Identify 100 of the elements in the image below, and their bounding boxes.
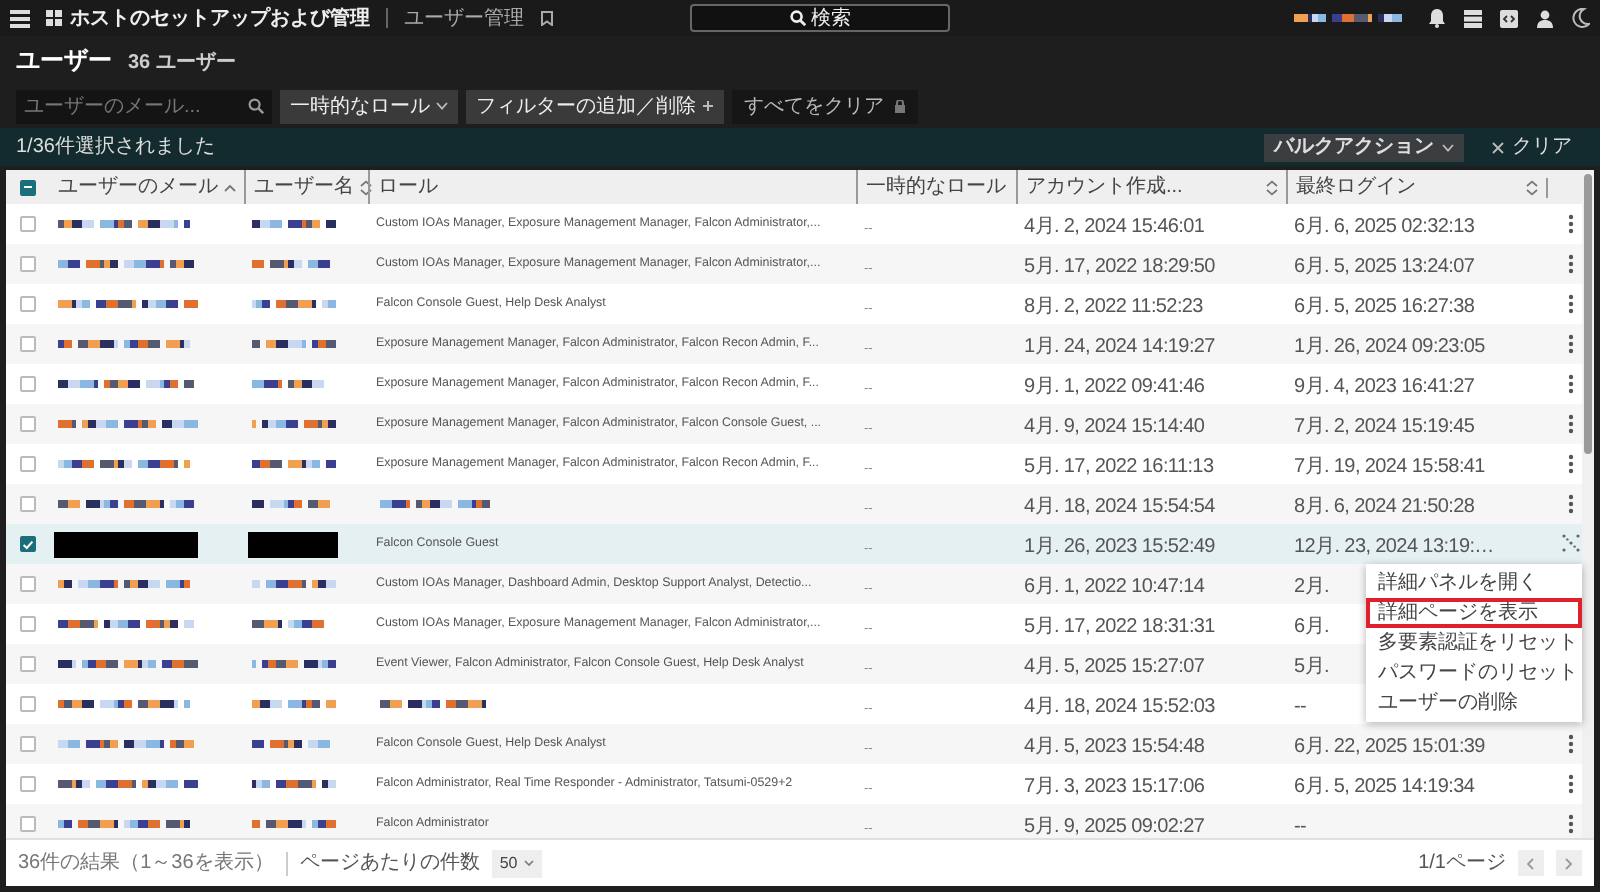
last-login-cell: 8月. 6, 2024 21:50:28 xyxy=(1294,496,1475,518)
last-login-cell: 7月. 19, 2024 15:58:41 xyxy=(1294,456,1485,478)
bell-icon[interactable] xyxy=(1428,8,1446,28)
redacted-text-drawing xyxy=(248,774,338,794)
column-header[interactable]: ロール xyxy=(378,172,438,202)
search-icon xyxy=(789,10,805,26)
more-options-icon[interactable] xyxy=(1567,454,1573,474)
row-checkbox[interactable] xyxy=(20,416,36,432)
created-date-cell: 4月. 18, 2024 15:54:54 xyxy=(1024,496,1215,518)
dotted-cross-icon[interactable] xyxy=(1561,534,1579,554)
menu-icon[interactable] xyxy=(10,9,30,27)
more-options-icon[interactable] xyxy=(1567,494,1573,514)
column-header[interactable]: 最終ログイン xyxy=(1296,172,1416,202)
created-date-cell: 1月. 26, 2023 15:52:49 xyxy=(1024,536,1215,558)
search-field[interactable]: 検索 xyxy=(690,4,950,32)
created-date-cell: 4月. 2, 2024 15:46:01 xyxy=(1024,216,1205,238)
redacted-text-drawing xyxy=(54,494,198,514)
redacted-text-drawing xyxy=(248,814,338,834)
results-count: 36件の結果（1～36を表示） xyxy=(18,849,274,878)
filter-dropdown[interactable]: 一時的なロール xyxy=(280,89,458,123)
close-icon xyxy=(1492,141,1504,153)
row-checkbox[interactable] xyxy=(20,696,36,712)
last-login-cell: -- xyxy=(1294,816,1307,838)
search-field[interactable]: ユーザーのメール... xyxy=(16,89,272,123)
redaction-bar xyxy=(54,531,198,557)
more-options-icon[interactable] xyxy=(1567,734,1573,754)
row-checkbox[interactable] xyxy=(20,656,36,672)
moon-icon[interactable] xyxy=(1572,8,1590,28)
redacted-text-drawing xyxy=(248,214,338,234)
created-date-cell: 5月. 17, 2022 18:31:31 xyxy=(1024,616,1215,638)
row-checkbox[interactable] xyxy=(20,376,36,392)
created-date-cell: 7月. 3, 2023 15:17:06 xyxy=(1024,776,1205,798)
row-checkbox[interactable] xyxy=(20,216,36,232)
sort-ascending-icon[interactable] xyxy=(224,183,236,191)
grid-icon[interactable] xyxy=(46,10,62,26)
row-checkbox[interactable] xyxy=(20,576,36,592)
more-options-icon[interactable] xyxy=(1567,294,1573,314)
menu-item[interactable]: 多要素認証をリセット xyxy=(1366,628,1582,658)
add-filter-button[interactable]: フィルターの追加／削除 xyxy=(466,89,724,123)
more-options-icon[interactable] xyxy=(1567,774,1573,794)
more-options-icon[interactable] xyxy=(1567,814,1573,834)
sort-icon[interactable] xyxy=(1266,179,1278,195)
breadcrumb-link[interactable]: ユーザー管理 xyxy=(404,3,524,33)
more-options-icon[interactable] xyxy=(1567,254,1573,274)
more-options-icon[interactable] xyxy=(1567,414,1573,434)
row-checkbox[interactable] xyxy=(20,456,36,472)
created-date-cell: 9月. 1, 2022 09:41:46 xyxy=(1024,376,1205,398)
sort-icon[interactable] xyxy=(360,179,372,195)
menu-item[interactable]: 詳細パネルを開く xyxy=(1366,568,1582,598)
sort-icon[interactable] xyxy=(1526,179,1538,195)
select-all-checkbox[interactable] xyxy=(20,179,36,195)
redaction-bar xyxy=(248,531,338,557)
row-checkbox[interactable] xyxy=(20,736,36,752)
user-icon[interactable] xyxy=(1536,9,1554,27)
lock-icon xyxy=(894,99,906,113)
per-page-dropdown[interactable]: 50 xyxy=(491,849,542,877)
redacted-text-drawing xyxy=(54,374,198,394)
created-date-cell: 6月. 1, 2022 10:47:14 xyxy=(1024,576,1205,598)
column-header[interactable]: 一時的なロール xyxy=(866,172,1006,202)
last-login-cell: 5月. xyxy=(1294,656,1329,678)
menu-item[interactable]: ユーザーの削除 xyxy=(1366,688,1582,718)
bookmark-icon[interactable] xyxy=(540,10,554,26)
redacted-text-drawing xyxy=(248,414,338,434)
chevron-right-icon xyxy=(1564,857,1574,869)
last-login-cell: 6月. 22, 2025 15:01:39 xyxy=(1294,736,1485,758)
user-count: 36 ユーザー xyxy=(128,49,236,78)
redacted-text-drawing xyxy=(376,494,496,514)
menu-item[interactable]: 詳細ページを表示 xyxy=(1366,598,1582,628)
redacted-text-drawing xyxy=(54,414,198,434)
last-login-cell: 6月. 5, 2025 14:19:34 xyxy=(1294,776,1475,798)
bulk-action-button[interactable]: バルクアクション xyxy=(1264,133,1464,161)
more-options-icon[interactable] xyxy=(1567,214,1573,234)
created-date-cell: 4月. 5, 2023 15:54:48 xyxy=(1024,736,1205,758)
menu-item[interactable]: パスワードのリセット xyxy=(1366,658,1582,688)
column-header[interactable]: アカウント作成... xyxy=(1026,172,1183,202)
redacted-text-drawing xyxy=(248,694,338,714)
clear-all-button[interactable]: すべてをクリア xyxy=(732,89,918,123)
created-date-cell: 4月. 18, 2024 15:52:03 xyxy=(1024,696,1215,718)
row-checkbox[interactable] xyxy=(20,296,36,312)
more-options-icon[interactable] xyxy=(1567,374,1573,394)
stack-icon[interactable] xyxy=(1464,9,1482,27)
per-page-label: ページあたりの件数 xyxy=(299,850,480,878)
redacted-text-drawing xyxy=(54,654,198,674)
code-icon[interactable] xyxy=(1500,9,1518,27)
row-checkbox[interactable] xyxy=(20,496,36,512)
last-login-cell: -- xyxy=(1294,696,1307,718)
clear-selection-button[interactable]: クリア xyxy=(1492,132,1572,162)
row-checkbox[interactable] xyxy=(20,776,36,792)
more-options-icon[interactable] xyxy=(1567,334,1573,354)
column-header[interactable]: ユーザー名 xyxy=(254,172,354,202)
last-login-cell: 6月. xyxy=(1294,616,1329,638)
redacted-text-drawing xyxy=(54,734,198,754)
scrollbar[interactable] xyxy=(1582,170,1594,838)
row-checkbox[interactable] xyxy=(20,616,36,632)
column-header[interactable]: ユーザーのメール xyxy=(58,172,218,202)
chevron-left-icon xyxy=(1526,857,1536,869)
row-checkbox[interactable] xyxy=(20,336,36,352)
selection-count: 1/36件選択されました xyxy=(16,134,215,162)
row-checkbox[interactable] xyxy=(20,816,36,832)
row-checkbox[interactable] xyxy=(20,256,36,272)
